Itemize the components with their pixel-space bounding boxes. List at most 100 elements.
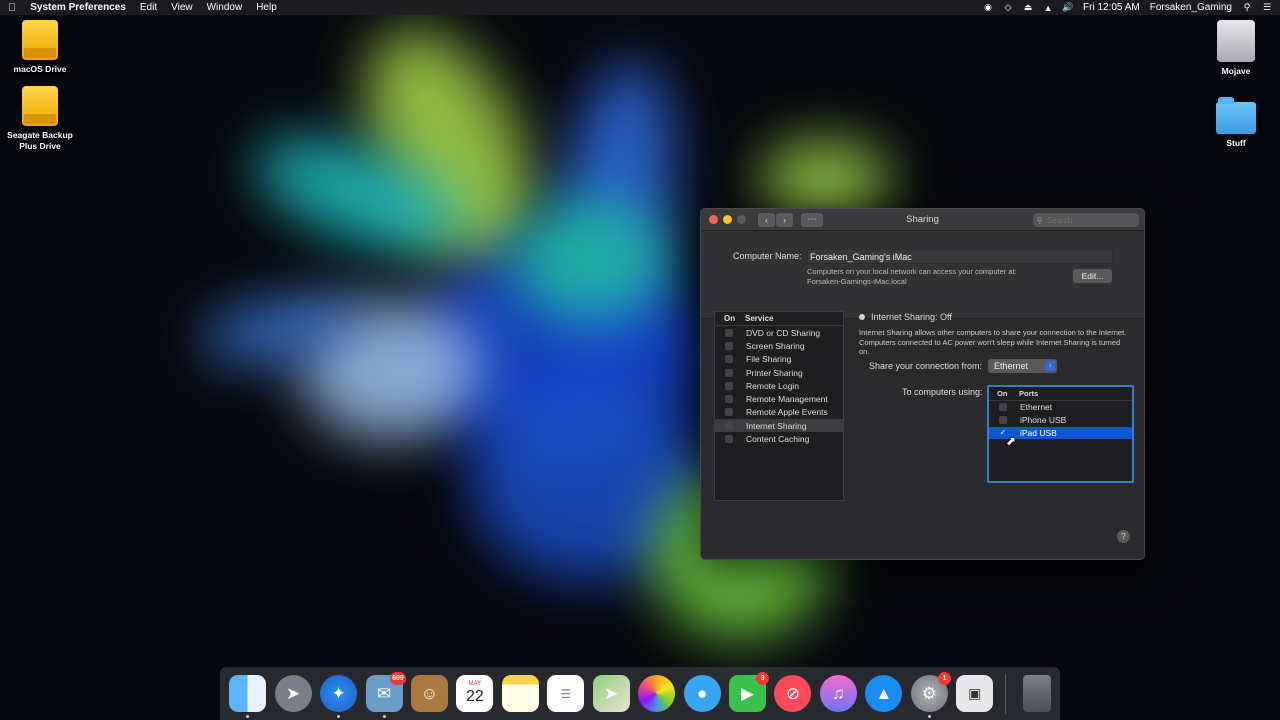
service-checkbox[interactable] bbox=[725, 435, 733, 444]
menubar-clock[interactable]: Fri 12:05 AM bbox=[1083, 2, 1140, 13]
port-row[interactable]: iPhone USB bbox=[989, 414, 1132, 427]
news-icon: ⊘ bbox=[774, 675, 812, 712]
service-row[interactable]: Screen Sharing bbox=[715, 339, 843, 352]
screenshot-icon: ▣ bbox=[956, 675, 994, 712]
dock-photos[interactable] bbox=[634, 671, 679, 716]
menu-help[interactable]: Help bbox=[256, 2, 277, 13]
desktop-icon-seagate[interactable]: Seagate Backup Plus Drive bbox=[0, 86, 80, 152]
window-titlebar[interactable]: ‹ › ⋯ Sharing ⚲ bbox=[701, 209, 1144, 231]
finder-icon bbox=[229, 675, 267, 712]
back-button[interactable]: ‹ bbox=[758, 212, 775, 227]
search-field[interactable]: ⚲ bbox=[1033, 213, 1139, 227]
port-label: iPad USB bbox=[1020, 427, 1057, 438]
service-checkbox[interactable] bbox=[725, 355, 733, 364]
running-indicator bbox=[927, 715, 931, 718]
ports-list-header: On Ports bbox=[989, 387, 1132, 401]
mouse-cursor-icon: ⬈ bbox=[1006, 434, 1017, 448]
dock-itunes[interactable]: ♫ bbox=[816, 671, 861, 716]
computer-name-input[interactable]: Forsaken_Gaming's iMac bbox=[807, 249, 1113, 264]
service-row[interactable]: Remote Apple Events bbox=[715, 406, 843, 419]
external-drive-icon bbox=[22, 86, 58, 126]
close-window-button[interactable] bbox=[709, 215, 718, 224]
dock-safari[interactable]: ✦ bbox=[316, 671, 361, 718]
port-checkbox[interactable] bbox=[999, 416, 1007, 425]
dock: ➤ ✦ ✉ 609 ☺ MAY 22 ☰ ➤ ● ▶ 3 ⊘ ♫ ▲ ⚙ 1 ▣ bbox=[220, 667, 1060, 720]
dock-messages[interactable]: ● bbox=[679, 671, 724, 716]
service-row[interactable]: Remote Management bbox=[715, 392, 843, 405]
record-icon[interactable]: ◉ bbox=[983, 2, 993, 13]
port-checkbox[interactable] bbox=[999, 403, 1007, 412]
photos-icon bbox=[638, 675, 676, 712]
dock-launchpad[interactable]: ➤ bbox=[270, 671, 315, 716]
menu-view[interactable]: View bbox=[171, 2, 193, 13]
running-indicator bbox=[382, 715, 386, 718]
service-row[interactable]: File Sharing bbox=[715, 353, 843, 366]
column-header-service[interactable]: Service bbox=[745, 314, 773, 323]
service-checkbox[interactable] bbox=[725, 328, 733, 337]
share-from-label: Share your connection from: bbox=[869, 361, 983, 371]
zoom-window-button[interactable] bbox=[737, 215, 746, 224]
notification-center-icon[interactable]: ☰ bbox=[1262, 2, 1272, 13]
dock-contacts[interactable]: ☺ bbox=[407, 671, 452, 716]
dock-finder[interactable] bbox=[225, 671, 270, 718]
desktop-icon-stuff[interactable]: Stuff bbox=[1196, 97, 1276, 149]
dock-separator bbox=[1005, 673, 1007, 714]
service-checkbox[interactable] bbox=[725, 395, 733, 404]
share-from-select[interactable]: Ethernet ↕ bbox=[988, 359, 1057, 373]
hard-drive-icon bbox=[1217, 20, 1255, 62]
service-row[interactable]: Printer Sharing bbox=[715, 366, 843, 379]
show-all-button[interactable]: ⋯ bbox=[801, 212, 823, 227]
folder-icon bbox=[1216, 97, 1256, 134]
external-drive-icon bbox=[22, 20, 58, 60]
help-button[interactable]: ? bbox=[1117, 530, 1130, 543]
dock-reminders[interactable]: ☰ bbox=[543, 671, 588, 716]
messages-icon: ● bbox=[683, 675, 721, 712]
column-header-on[interactable]: On bbox=[989, 389, 1019, 398]
menu-app-name[interactable]: System Preferences bbox=[30, 2, 126, 13]
desktop-icon-macos-drive[interactable]: macOS Drive bbox=[0, 20, 80, 75]
edit-button[interactable]: Edit... bbox=[1073, 269, 1112, 283]
service-row-selected[interactable]: Internet Sharing bbox=[715, 419, 843, 433]
dock-trash[interactable] bbox=[1014, 671, 1059, 716]
desktop-icon-mojave[interactable]: Mojave bbox=[1196, 20, 1276, 77]
dock-system-preferences[interactable]: ⚙ 1 bbox=[907, 671, 952, 718]
volume-icon[interactable]: 🔊 bbox=[1062, 2, 1073, 13]
dock-calendar[interactable]: MAY 22 bbox=[452, 671, 497, 716]
app-store-icon: ▲ bbox=[865, 675, 903, 712]
port-row[interactable]: Ethernet bbox=[989, 401, 1132, 414]
menu-window[interactable]: Window bbox=[207, 2, 243, 13]
service-row[interactable]: Content Caching bbox=[715, 432, 843, 445]
spotlight-icon[interactable]: ⚲ bbox=[1242, 2, 1252, 13]
minimize-window-button[interactable] bbox=[723, 215, 732, 224]
service-row[interactable]: Remote Login bbox=[715, 379, 843, 392]
description-line: Computers on your local network can acce… bbox=[807, 267, 1017, 276]
menu-edit[interactable]: Edit bbox=[140, 2, 157, 13]
search-input[interactable] bbox=[1046, 215, 1127, 225]
service-checkbox[interactable] bbox=[725, 341, 733, 350]
column-header-ports[interactable]: Ports bbox=[1019, 389, 1038, 398]
forward-button[interactable]: › bbox=[776, 212, 793, 227]
service-label: Remote Login bbox=[746, 380, 799, 391]
dock-app-store[interactable]: ▲ bbox=[861, 671, 906, 716]
dock-notes[interactable] bbox=[498, 671, 543, 716]
dock-maps[interactable]: ➤ bbox=[589, 671, 634, 716]
service-checkbox[interactable] bbox=[725, 408, 733, 417]
service-checkbox[interactable] bbox=[725, 381, 733, 390]
column-header-on[interactable]: On bbox=[715, 314, 745, 323]
dock-facetime[interactable]: ▶ 3 bbox=[725, 671, 770, 716]
sharing-status: Internet Sharing: Off bbox=[859, 312, 952, 322]
dock-screenshot[interactable]: ▣ bbox=[952, 671, 997, 716]
desktop-icon-label: Mojave bbox=[1221, 66, 1251, 76]
wifi-icon[interactable]: ▲ bbox=[1043, 3, 1053, 13]
diamond-icon[interactable]: ◇ bbox=[1003, 2, 1013, 13]
apple-menu-icon[interactable]:  bbox=[8, 2, 16, 14]
dock-news[interactable]: ⊘ bbox=[770, 671, 815, 716]
service-checkbox[interactable] bbox=[725, 421, 733, 430]
eject-icon[interactable]: ⏏ bbox=[1023, 2, 1033, 13]
to-computers-label: To computers using: bbox=[902, 387, 983, 397]
menubar-user[interactable]: Forsaken_Gaming bbox=[1150, 2, 1232, 13]
service-row[interactable]: DVD or CD Sharing bbox=[715, 326, 843, 339]
service-label: Content Caching bbox=[746, 434, 810, 445]
dock-mail[interactable]: ✉ 609 bbox=[361, 671, 406, 718]
service-checkbox[interactable] bbox=[725, 368, 733, 377]
